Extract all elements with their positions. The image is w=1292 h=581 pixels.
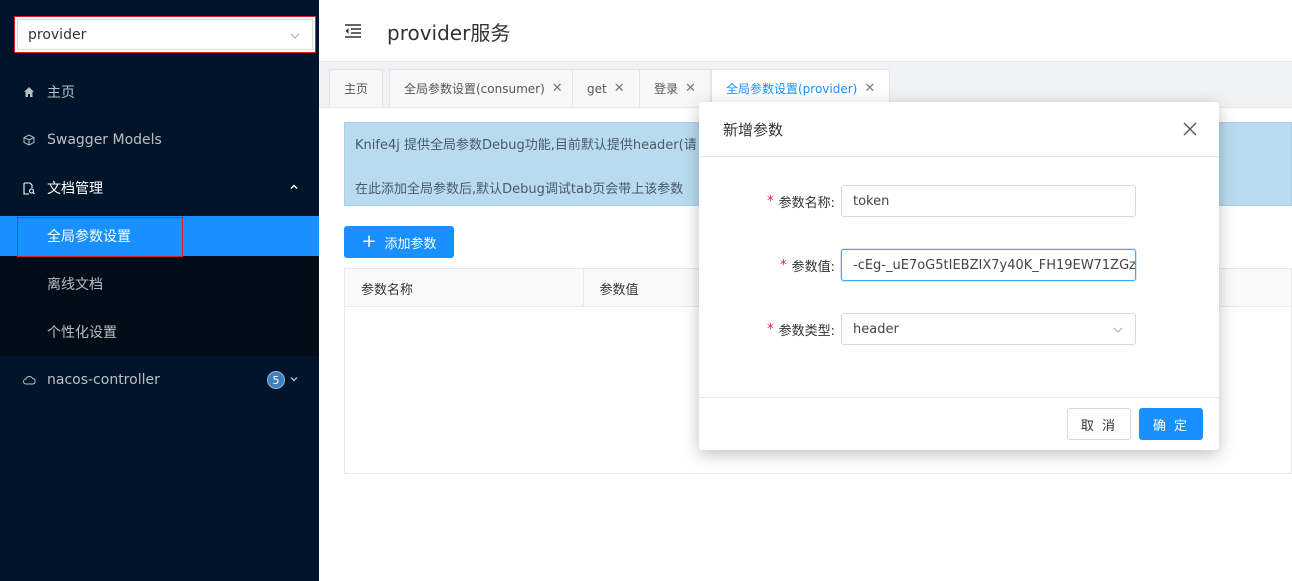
- param-name-label-text: 参数名称:: [778, 195, 835, 211]
- chevron-down-icon: [1113, 327, 1123, 333]
- param-type-label-text: 参数类型:: [778, 323, 835, 339]
- form-row-name: * 参数名称: token: [699, 185, 1219, 217]
- required-mark: *: [767, 321, 774, 337]
- close-icon[interactable]: [1181, 120, 1199, 138]
- param-type-value: header: [853, 321, 899, 337]
- cancel-button[interactable]: 取 消: [1067, 408, 1131, 440]
- param-value-value: -cEg-_uE7oG5tIEBZIX7y40K_FH19EW71ZGzA: [853, 257, 1136, 273]
- param-name-value: token: [853, 193, 890, 209]
- param-value-input[interactable]: -cEg-_uE7oG5tIEBZIX7y40K_FH19EW71ZGzA: [841, 249, 1136, 281]
- confirm-button[interactable]: 确 定: [1139, 408, 1203, 440]
- param-value-label: * 参数值:: [780, 249, 835, 281]
- dialog-footer: 取 消 确 定: [699, 397, 1219, 450]
- required-mark: *: [767, 193, 774, 209]
- param-name-input[interactable]: token: [841, 185, 1136, 217]
- add-param-dialog: 新增参数 * 参数名称: token * 参数值: -cEg-_uE7oG5tI…: [699, 102, 1219, 450]
- param-name-label: * 参数名称:: [767, 185, 835, 217]
- dialog-title: 新增参数: [699, 102, 1219, 157]
- form-row-type: * 参数类型: header: [699, 313, 1219, 345]
- required-mark: *: [780, 257, 787, 273]
- param-type-select[interactable]: header: [841, 313, 1136, 345]
- param-value-label-text: 参数值:: [791, 259, 835, 275]
- param-type-label: * 参数类型:: [767, 313, 835, 345]
- form-row-value: * 参数值: -cEg-_uE7oG5tIEBZIX7y40K_FH19EW71…: [699, 249, 1219, 281]
